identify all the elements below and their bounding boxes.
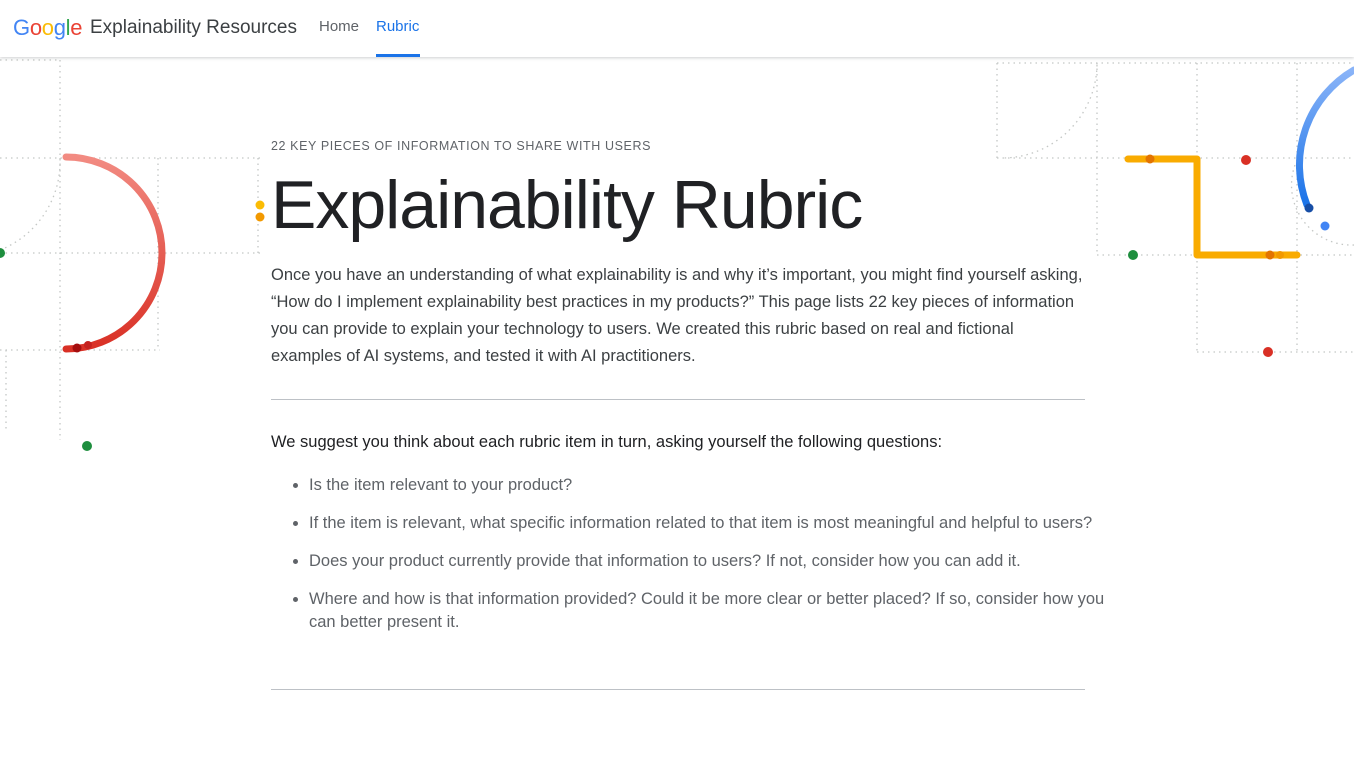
page-title: Explainability Rubric	[271, 167, 863, 243]
nav-rubric[interactable]: Rubric	[376, 18, 419, 35]
active-nav-indicator	[376, 54, 420, 57]
google-logo[interactable]: Google	[13, 15, 82, 41]
nav-home[interactable]: Home	[319, 18, 359, 35]
questions-heading: We suggest you think about each rubric i…	[271, 433, 943, 451]
page-eyebrow: 22 KEY PIECES OF INFORMATION TO SHARE WI…	[271, 139, 652, 153]
list-item: Does your product currently provide that…	[309, 550, 1123, 573]
site-title[interactable]: Explainability Resources	[90, 17, 297, 39]
divider	[271, 689, 1085, 690]
list-item: If the item is relevant, what specific i…	[309, 512, 1123, 535]
list-item: Is the item relevant to your product?	[309, 474, 1123, 497]
divider	[271, 399, 1085, 400]
intro-paragraph: Once you have an understanding of what e…	[271, 266, 1083, 365]
questions-list: Is the item relevant to your product? If…	[271, 474, 1123, 649]
top-navigation-bar: Google Explainability Resources Home Rub…	[0, 0, 1354, 57]
list-item: Where and how is that information provid…	[309, 588, 1123, 634]
